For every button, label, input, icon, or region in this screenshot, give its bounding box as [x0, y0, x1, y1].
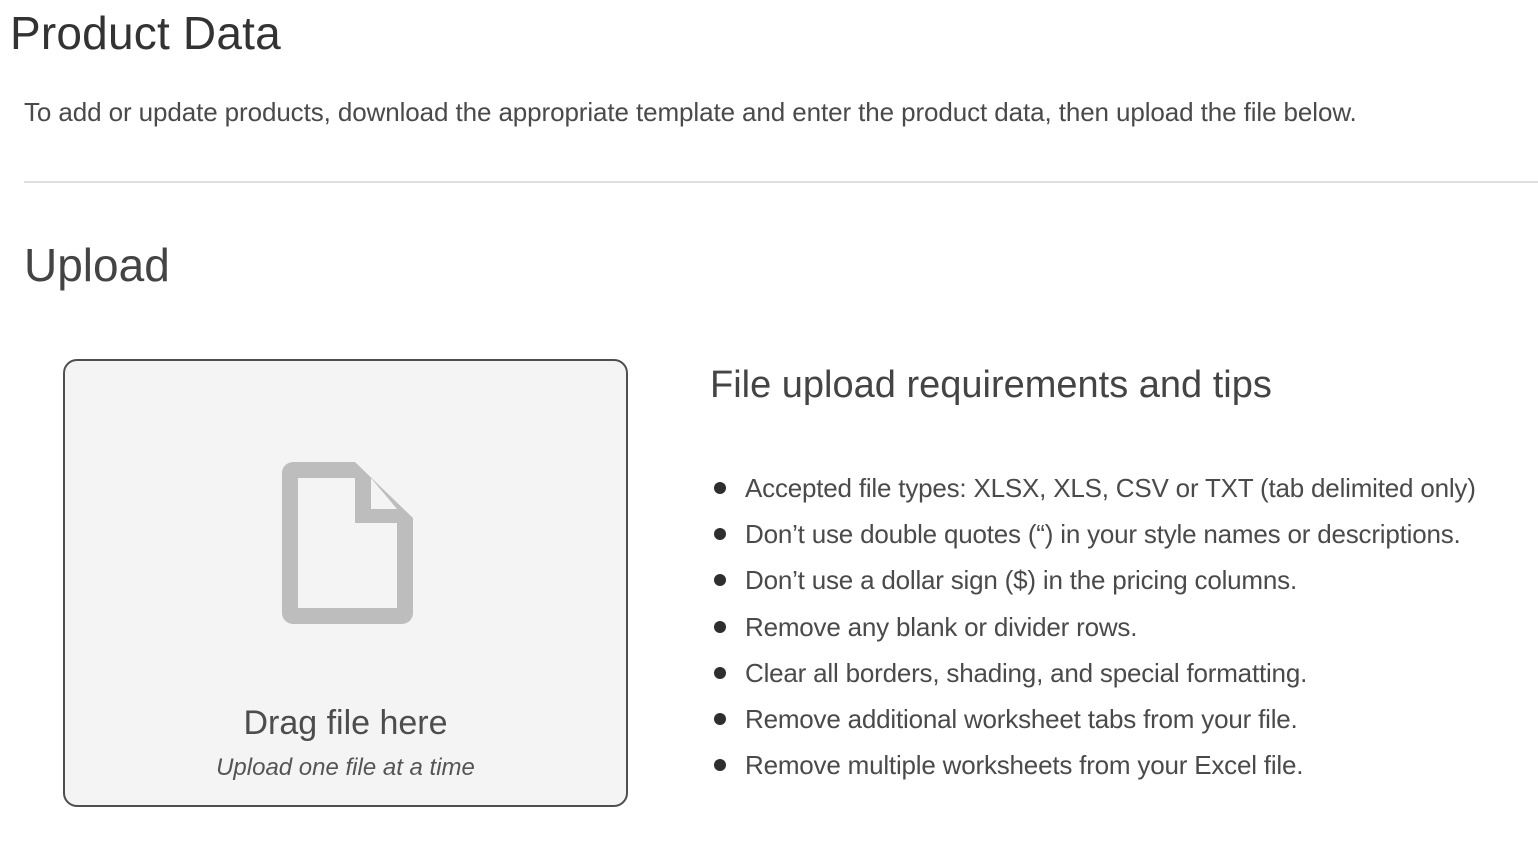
tip-item: Don’t use a dollar sign ($) in the prici… — [710, 557, 1530, 603]
tips-title: File upload requirements and tips — [710, 364, 1272, 406]
tip-text: Don’t use a dollar sign ($) in the prici… — [745, 565, 1297, 596]
bullet-icon — [714, 759, 726, 772]
page-title: Product Data — [10, 7, 281, 59]
upload-section-title: Upload — [24, 239, 170, 291]
tip-text: Remove additional worksheet tabs from yo… — [745, 703, 1298, 734]
bullet-icon — [714, 620, 726, 633]
tip-text: Remove any blank or divider rows. — [745, 611, 1138, 642]
section-divider — [24, 181, 1538, 183]
bullet-icon — [714, 574, 726, 587]
bullet-icon — [714, 528, 726, 541]
tip-item: Remove any blank or divider rows. — [710, 604, 1530, 650]
dropzone-subtitle: Upload one file at a time — [216, 754, 475, 781]
tip-item: Accepted file types: XLSX, XLS, CSV or T… — [710, 465, 1530, 511]
tip-text: Remove multiple worksheets from your Exc… — [745, 750, 1304, 781]
intro-text: To add or update products, download the … — [24, 97, 1357, 127]
bullet-icon — [714, 712, 726, 725]
tips-list: Accepted file types: XLSX, XLS, CSV or T… — [710, 465, 1530, 788]
tip-text: Clear all borders, shading, and special … — [745, 657, 1308, 688]
file-icon — [281, 460, 415, 626]
tip-text: Accepted file types: XLSX, XLS, CSV or T… — [745, 473, 1476, 503]
tip-item: Remove multiple worksheets from your Exc… — [710, 742, 1530, 788]
bullet-icon — [714, 666, 726, 679]
tip-item: Don’t use double quotes (“) in your styl… — [710, 511, 1530, 557]
tip-item: Clear all borders, shading, and special … — [710, 650, 1530, 696]
tip-text: Don’t use double quotes (“) in your styl… — [745, 519, 1461, 550]
tip-item: Remove additional worksheet tabs from yo… — [710, 696, 1530, 742]
dropzone-title: Drag file here — [243, 704, 448, 742]
bullet-icon — [714, 482, 726, 494]
file-dropzone[interactable]: Drag file here Upload one file at a time — [63, 359, 628, 807]
